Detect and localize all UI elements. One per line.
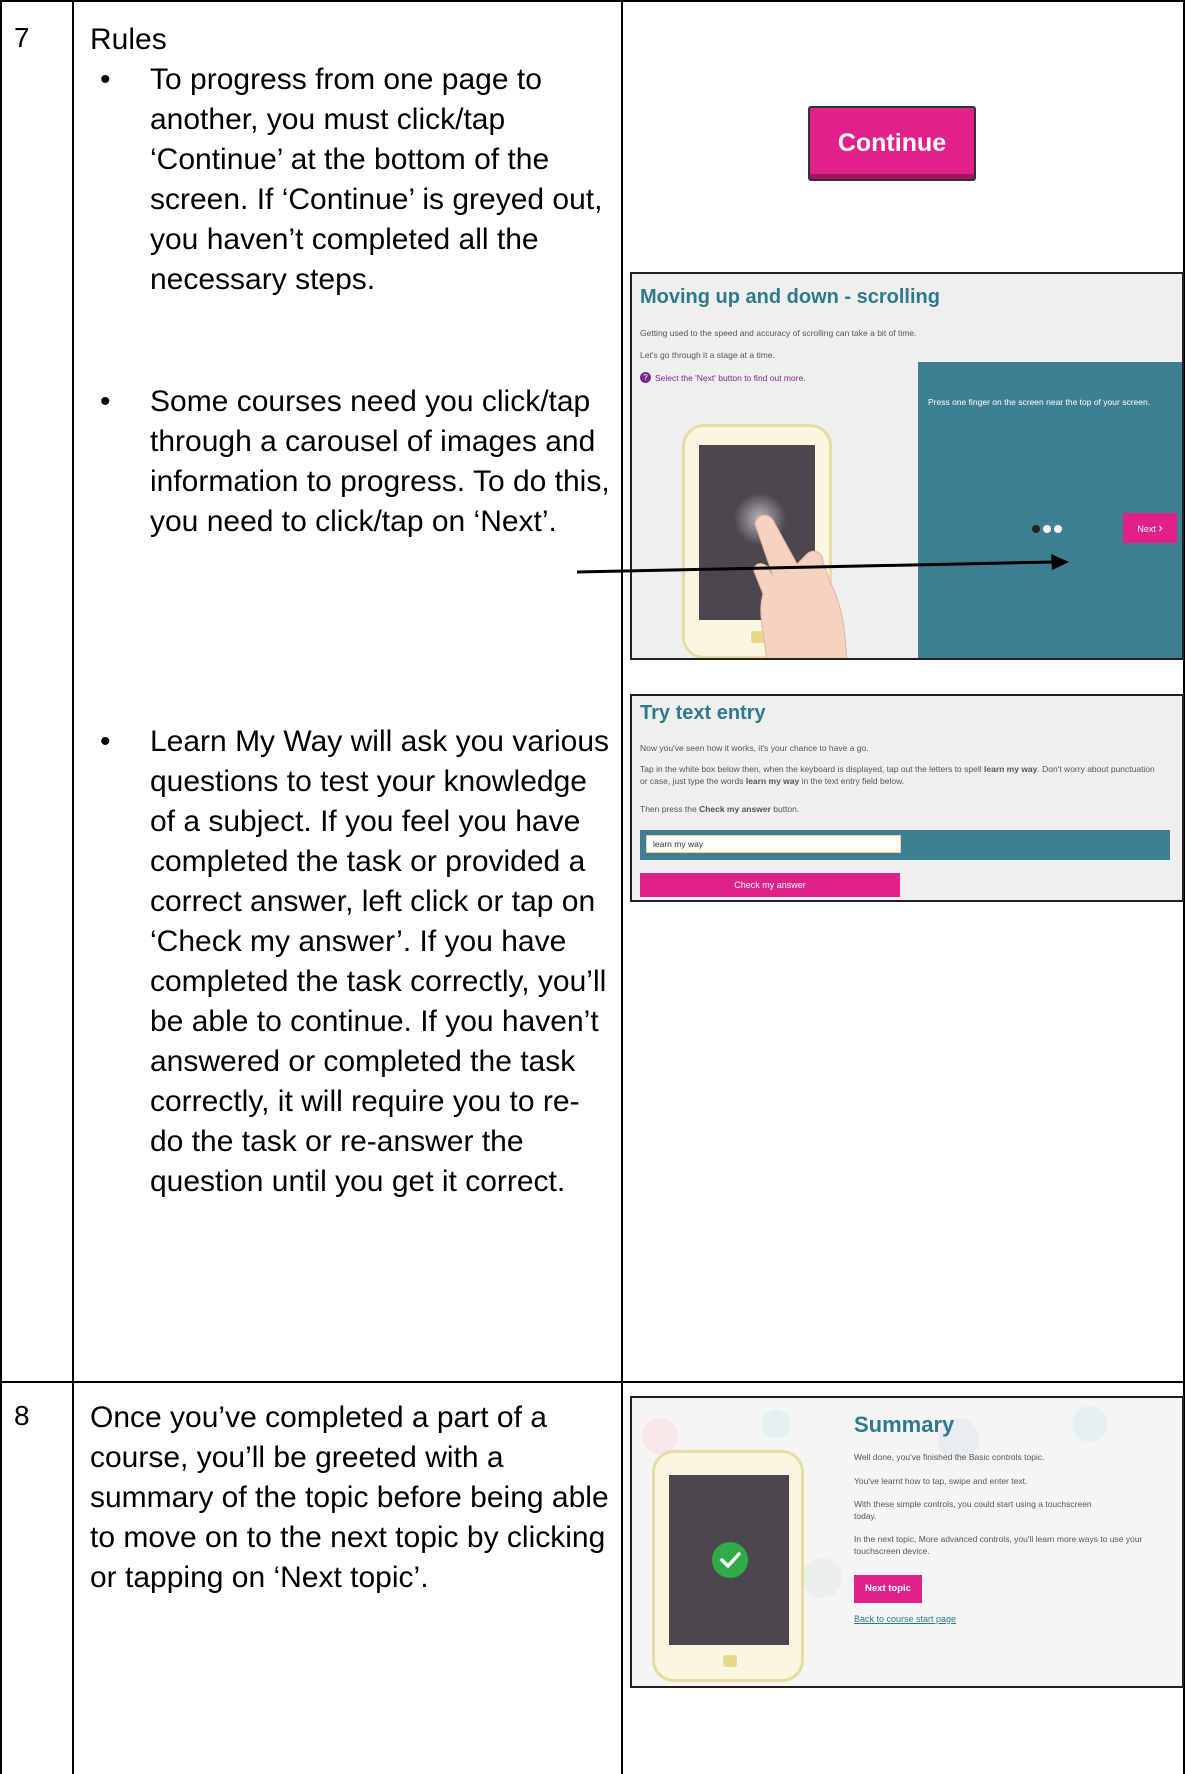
carousel-dot-2[interactable] [1043,525,1051,533]
rules-text: Rules To progress from one page to anoth… [90,20,610,300]
summary-description: Once you’ve completed a part of a course… [90,1401,609,1594]
next-label: Next [1137,524,1156,534]
scrolling-screenshot: Moving up and down - scrolling Getting u… [630,272,1184,660]
text-entry-line2: Tap in the white box below then, when th… [640,764,1155,786]
carousel-dots[interactable] [1032,523,1068,535]
text-entry-line3: Then press the Check my answer button. [640,804,800,814]
answer-input[interactable]: learn my way [646,835,901,853]
column-divider-2 [621,0,623,1774]
carousel-dot-1[interactable] [1032,525,1040,533]
row-number-7: 7 [14,22,30,53]
check-answer-button[interactable]: Check my answer [640,873,900,897]
text-entry-screenshot: Try text entry Now you've seen how it wo… [630,694,1184,902]
row-number-8: 8 [14,1400,30,1431]
summary-p2: You've learnt how to tap, swipe and ente… [854,1476,1028,1486]
column-divider-1 [72,0,74,1774]
checkmark-icon [712,1542,748,1578]
help-icon: ? [640,372,651,383]
table-left-border [0,0,2,1774]
rule-check-answer: Learn My Way will ask you various questi… [90,722,610,1202]
input-bar: learn my way [640,830,1170,860]
rule-check-answer-block: Learn My Way will ask you various questi… [90,722,610,1202]
summary-screenshot: Summary Well done, you've finished the B… [630,1396,1184,1688]
summary-p4: In the next topic, More advanced control… [854,1534,1143,1556]
pointer-arrow [576,554,1069,574]
summary-p1: Well done, you've finished the Basic con… [854,1452,1045,1462]
back-to-course-link[interactable]: Back to course start page [854,1614,956,1624]
next-topic-button[interactable]: Next topic [854,1575,922,1603]
summary-tablet-home-button [723,1655,737,1667]
summary-title: Summary [854,1412,955,1437]
text-entry-line1: Now you've seen how it works, it's your … [640,743,869,753]
rule-carousel-block: Some courses need you click/tap through … [90,382,610,542]
next-button[interactable]: Next › [1123,513,1177,543]
carousel-dot-3[interactable] [1054,525,1062,533]
rules-list: To progress from one page to another, yo… [90,60,610,300]
table-top-border [0,0,1185,2]
text-entry-title: Try text entry [640,702,766,724]
row-divider [0,1381,1185,1383]
rules-heading: Rules [90,23,167,56]
summary-p3: With these simple controls, you could st… [854,1499,1092,1521]
carousel-panel: Press one finger on the screen near the … [918,362,1182,658]
scrolling-line1: Getting used to the speed and accuracy o… [640,328,917,338]
summary-tablet [652,1450,804,1682]
carousel-text: Press one finger on the screen near the … [928,397,1151,407]
scrolling-title: Moving up and down - scrolling [640,286,940,308]
rule-continue: To progress from one page to another, yo… [90,60,610,300]
rule-carousel: Some courses need you click/tap through … [90,382,610,542]
continue-button-example[interactable]: Continue [808,106,976,181]
scrolling-line2: Let's go through it a stage at a time. [640,350,775,360]
chevron-right-icon: › [1158,520,1163,535]
scrolling-hint: Select the 'Next' button to find out mor… [655,373,806,383]
